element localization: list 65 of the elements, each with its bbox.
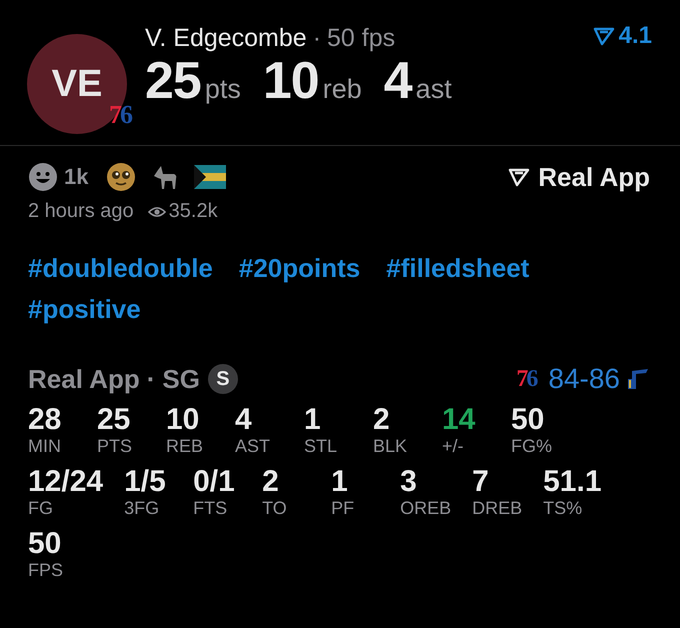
stat-label: MIN bbox=[28, 436, 62, 457]
source-label: Real App bbox=[28, 364, 140, 394]
stat-value: 1 bbox=[331, 465, 349, 498]
stat-label: 3FG bbox=[124, 498, 160, 519]
stat-value: 50 bbox=[511, 403, 546, 436]
stat-label: AST bbox=[235, 436, 272, 457]
stat-label: PTS bbox=[97, 436, 134, 457]
stat-value: 7 bbox=[472, 465, 490, 498]
stat-value: 0/1 bbox=[193, 465, 236, 498]
hashtag-link[interactable]: #20points bbox=[238, 253, 360, 284]
view-count: 35.2k bbox=[168, 200, 218, 223]
game-score: 84-86 bbox=[548, 363, 620, 395]
hashtag-link[interactable]: #filledsheet bbox=[386, 253, 530, 284]
stat-label: BLK bbox=[373, 436, 408, 457]
stat-unit: pts bbox=[204, 74, 241, 105]
stat-label: REB bbox=[166, 436, 204, 457]
stat-value: 28 bbox=[28, 403, 62, 436]
stat-label: FG bbox=[28, 498, 54, 519]
separator-dot: · bbox=[312, 24, 322, 53]
pleading-face-icon bbox=[106, 162, 136, 192]
separator-dot: · bbox=[146, 364, 156, 394]
stat-value: 4 bbox=[384, 52, 412, 111]
stat-unit: reb bbox=[322, 74, 362, 105]
stat-value: 1/5 bbox=[124, 465, 167, 498]
stat-value: 25 bbox=[97, 403, 132, 436]
team-logo: 76 bbox=[109, 102, 131, 128]
team-logo: 76 bbox=[516, 366, 536, 392]
stat-value: 4 bbox=[235, 403, 253, 436]
real-logo-icon bbox=[508, 167, 530, 187]
stat-value: 1 bbox=[304, 403, 322, 436]
real-logo-icon bbox=[592, 26, 615, 46]
stat-label: PF bbox=[331, 498, 356, 519]
hashtag-link[interactable]: #positive bbox=[28, 294, 141, 325]
stat-value: 3 bbox=[400, 465, 418, 498]
fps-text: 50 fps bbox=[327, 24, 396, 53]
stat-value: 25 bbox=[145, 52, 201, 111]
stat-value: 12/24 bbox=[28, 465, 104, 498]
player-name: V. Edgecombe bbox=[145, 24, 307, 53]
stat-label: TO bbox=[262, 498, 288, 519]
stat-label: STL bbox=[304, 436, 338, 457]
stat-value: 14 bbox=[442, 403, 476, 436]
status-badge: S bbox=[208, 364, 238, 394]
stat-value: 50 bbox=[28, 527, 62, 560]
stat-value: 2 bbox=[373, 403, 391, 436]
stat-label: +/- bbox=[442, 436, 465, 457]
stat-unit: ast bbox=[416, 74, 452, 105]
reaction-count: 1k bbox=[64, 164, 88, 190]
stat-value: 51.1 bbox=[543, 465, 602, 498]
position-label: SG bbox=[162, 364, 200, 394]
flag-icon bbox=[194, 165, 226, 189]
post-time: 2 hours ago bbox=[28, 200, 134, 223]
eye-icon bbox=[148, 204, 166, 218]
app-name: Real App bbox=[538, 162, 650, 192]
smiley-icon bbox=[28, 162, 58, 192]
stat-label: FPS bbox=[28, 560, 64, 581]
stat-label: FTS bbox=[193, 498, 228, 519]
stat-label: FG% bbox=[511, 436, 554, 457]
hashtag-link[interactable]: #doubledouble bbox=[28, 253, 213, 284]
rating-value: 4.1 bbox=[618, 22, 652, 50]
stat-value: 10 bbox=[166, 403, 200, 436]
stat-value: 10 bbox=[262, 52, 319, 111]
stat-label: OREB bbox=[400, 498, 452, 519]
stat-value: 2 bbox=[262, 465, 280, 498]
stat-label: TS% bbox=[543, 498, 584, 519]
stat-label: DREB bbox=[472, 498, 522, 519]
